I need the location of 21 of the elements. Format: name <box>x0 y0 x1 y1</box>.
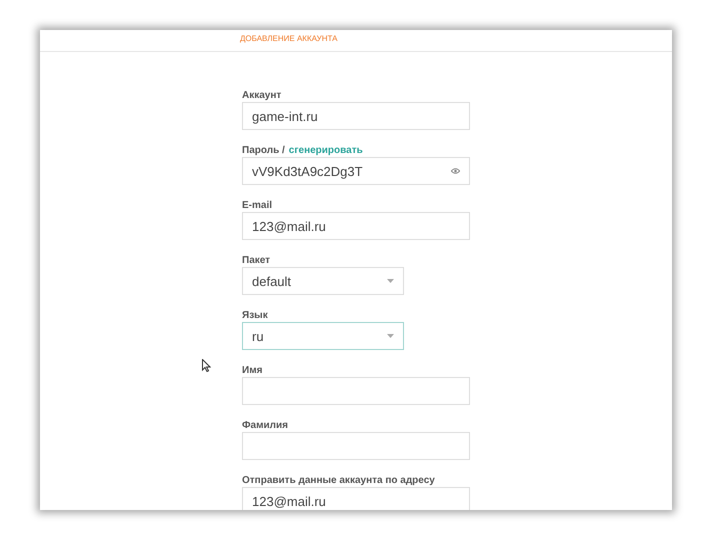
field-label: Имя <box>242 365 262 376</box>
input-field[interactable] <box>242 432 470 460</box>
input-field[interactable] <box>242 377 470 405</box>
field-label: Пароль / <box>242 145 285 156</box>
dropdown-caret-icon <box>387 279 394 283</box>
input-field[interactable]: game-int.ru <box>242 102 470 130</box>
input-field[interactable]: 123@mail.ru <box>242 487 470 510</box>
input-field[interactable]: 123@mail.ru <box>242 212 470 240</box>
field-label: Отправить данные аккаунта по адресу <box>242 475 435 486</box>
field-label: E-mail <box>242 200 272 211</box>
field-label: Аккаунт <box>242 90 282 101</box>
password-field[interactable]: vV9Kd3tA9c2Dg3T <box>242 157 470 185</box>
field-label: Пакет <box>242 255 270 266</box>
field-label: Фамилия <box>242 420 288 431</box>
eye-icon[interactable] <box>451 168 460 174</box>
select-field[interactable]: default <box>242 267 404 295</box>
field-label: Язык <box>242 310 268 321</box>
page-title: ДОБАВЛЕНИЕ АККАУНТА <box>240 34 338 43</box>
select-field[interactable]: ru <box>242 322 404 350</box>
cursor-icon <box>202 359 211 372</box>
dropdown-caret-icon <box>387 334 394 338</box>
